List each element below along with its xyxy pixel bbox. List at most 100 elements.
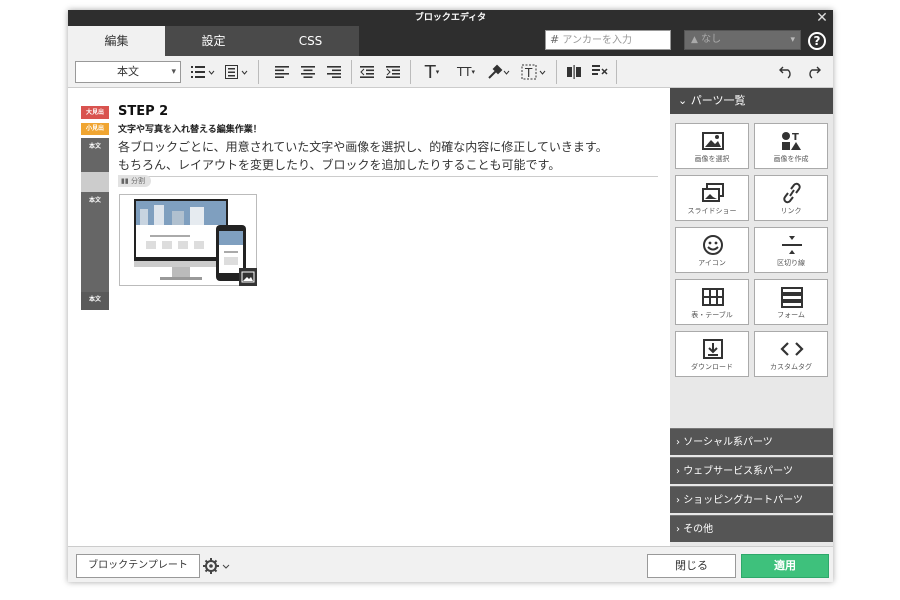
redo-icon[interactable] [802, 61, 824, 83]
text-style-select[interactable]: 本文 ▾ [75, 61, 181, 83]
hash-icon: # [550, 33, 560, 46]
tag-split-spacer [81, 172, 109, 192]
list-icon[interactable] [188, 61, 218, 83]
part-table[interactable]: 表・テーブル [675, 279, 749, 325]
accordion-other[interactable]: › その他 [670, 515, 833, 542]
part-label: リンク [780, 207, 802, 215]
part-image-select[interactable]: 画像を選択 [675, 123, 749, 169]
text-color-icon[interactable]: T ▾ [418, 61, 446, 83]
svg-text:T: T [792, 132, 799, 143]
chevron-right-icon: › [676, 466, 680, 477]
anchor-input[interactable]: # アンカーを入力 [545, 30, 671, 50]
part-custom-tag[interactable]: カスタムタグ [754, 331, 828, 377]
anchor-select[interactable]: ▲ なし ▾ [684, 30, 801, 50]
tab-settings[interactable]: 設定 [165, 26, 262, 56]
tag-body-1[interactable]: 本文 [81, 138, 109, 172]
content-image[interactable] [119, 194, 257, 286]
indent-icon[interactable] [384, 61, 402, 83]
part-divider[interactable]: 区切り線 [754, 227, 828, 273]
paragraph-line-1: 各ブロックごとに、用意されていた文字や画像を選択し、的確な内容に修正していきます… [118, 140, 608, 154]
part-label: フォーム [777, 311, 805, 319]
anchor-placeholder: アンカーを入力 [562, 35, 633, 46]
image-icon[interactable] [239, 268, 257, 286]
part-form[interactable]: フォーム [754, 279, 828, 325]
svg-text:T: T [524, 66, 533, 80]
image-icon [702, 132, 724, 150]
smiley-icon [703, 235, 723, 255]
clear-format-icon[interactable] [590, 61, 610, 83]
tag-body-3[interactable]: 本文 [81, 292, 109, 310]
tag-heading-large[interactable]: 大見出 [81, 106, 109, 119]
close-icon[interactable]: ✕ [815, 10, 829, 26]
part-label: 表・テーブル [691, 311, 733, 319]
form-icon [781, 287, 803, 308]
part-icon[interactable]: アイコン [675, 227, 749, 273]
part-label: 画像を選択 [694, 155, 730, 163]
undo-icon[interactable] [776, 61, 798, 83]
part-label: アイコン [698, 259, 726, 267]
accordion-label: ショッピングカートパーツ [683, 495, 803, 506]
split-column-icon[interactable] [564, 61, 584, 83]
tag-heading-small[interactable]: 小見出 [81, 123, 109, 135]
accordion-social[interactable]: › ソーシャル系パーツ [670, 428, 833, 455]
part-download[interactable]: ダウンロード [675, 331, 749, 377]
outdent-icon[interactable] [358, 61, 376, 83]
slideshow-icon [702, 183, 724, 202]
tab-bar: 編集 設定 CSS # アンカーを入力 ▲ なし ▾ ? [68, 26, 833, 56]
text-size-glyph: TT [457, 65, 472, 79]
part-link[interactable]: リンク [754, 175, 828, 221]
part-image-create[interactable]: T 画像を作成 [754, 123, 828, 169]
block-template-button[interactable]: ブロックテンプレート [76, 554, 200, 578]
chevron-down-icon: ⌄ [678, 94, 688, 107]
parts-header-label: パーツ一覧 [690, 94, 746, 107]
part-slideshow[interactable]: スライドショー [675, 175, 749, 221]
device-mockup-image [134, 199, 246, 281]
parts-sidebar: ⌄ パーツ一覧 画像を選択 T 画像を作成 スライドショー リンク アイコン 区… [670, 88, 833, 546]
step-title[interactable]: STEP 2 [118, 104, 168, 119]
split-column-icon: ▮▮ [121, 177, 129, 185]
gear-icon[interactable] [202, 556, 232, 576]
accordion-label: その他 [683, 524, 714, 535]
split-label-text: 分割 [130, 177, 145, 185]
link-icon [783, 182, 801, 204]
apply-button[interactable]: 適用 [741, 554, 829, 578]
download-icon [703, 339, 723, 359]
chevron-right-icon: › [676, 495, 680, 506]
tab-css[interactable]: CSS [262, 26, 359, 56]
title-bar: ブロックエディタ ✕ [68, 10, 833, 26]
font-size-icon[interactable]: TT ▾ [450, 61, 482, 83]
part-label: 区切り線 [777, 259, 805, 267]
chevron-down-icon: ▾ [790, 35, 795, 45]
chevron-right-icon: › [676, 524, 680, 535]
block-list-icon[interactable] [222, 61, 252, 83]
accordion-label: ソーシャル系パーツ [683, 437, 773, 448]
close-button[interactable]: 閉じる [647, 554, 736, 578]
shapes-icon: T [782, 132, 801, 150]
people-icon: ▲ [691, 35, 698, 45]
text-icon: T [424, 61, 436, 83]
align-center-icon[interactable] [299, 61, 317, 83]
editor-area[interactable]: 大見出 小見出 本文 本文 本文 STEP 2 文字や写真を入れ替える編集作業！… [68, 88, 670, 546]
accordion-shopping-cart[interactable]: › ショッピングカートパーツ [670, 486, 833, 513]
footer-bar: ブロックテンプレート 閉じる 適用 [68, 546, 833, 582]
table-icon [702, 288, 724, 306]
toolbar: 本文 ▾ T ▾ TT ▾ T [68, 56, 833, 88]
tab-edit[interactable]: 編集 [68, 26, 165, 56]
accordion-web-service[interactable]: › ウェブサービス系パーツ [670, 457, 833, 484]
parts-header[interactable]: ⌄ パーツ一覧 [670, 88, 833, 114]
split-label[interactable]: ▮▮ 分割 [118, 175, 151, 187]
part-label: スライドショー [687, 207, 737, 215]
window-title: ブロックエディタ [414, 13, 487, 23]
chevron-down-icon: ▾ [171, 67, 176, 77]
code-icon [780, 342, 804, 356]
text-box-icon[interactable]: T [518, 61, 550, 83]
paragraph[interactable]: 各ブロックごとに、用意されていた文字や画像を選択し、的確な内容に修正していきます… [118, 138, 663, 174]
align-right-icon[interactable] [325, 61, 343, 83]
paragraph-line-2: もちろん、レイアウトを変更したり、ブロックを追加したりすることも可能です。 [118, 158, 561, 172]
subtitle[interactable]: 文字や写真を入れ替える編集作業！ [118, 122, 262, 135]
eyedropper-icon[interactable] [484, 61, 514, 83]
anchor-select-value: なし [701, 34, 722, 45]
split-divider [118, 176, 658, 184]
align-left-icon[interactable] [273, 61, 291, 83]
help-icon[interactable]: ? [808, 32, 826, 50]
